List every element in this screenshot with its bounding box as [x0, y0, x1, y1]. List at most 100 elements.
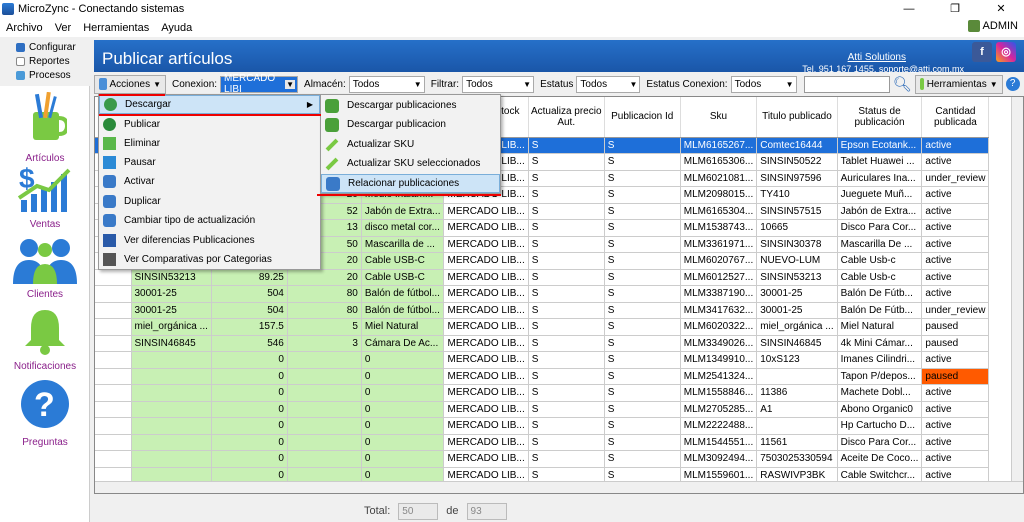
table-cell[interactable]: MLM3387190...: [680, 285, 758, 303]
table-cell[interactable]: 4k Mini Cámar...: [837, 335, 923, 352]
table-row[interactable]: 30001-25 504 80 Balón de fútbol... MERCADO L…: [95, 285, 990, 303]
table-cell[interactable]: paused: [921, 318, 990, 336]
acciones-button[interactable]: Acciones ▼: [94, 74, 166, 94]
submenu-descargar-publicaciones[interactable]: Descargar publicaciones: [321, 96, 500, 115]
table-cell[interactable]: MLM3417632...: [680, 302, 758, 319]
table-cell[interactable]: SINSIN50522: [756, 153, 838, 171]
table-cell[interactable]: MERCADO LIB...: [443, 417, 529, 435]
table-cell[interactable]: [95, 417, 132, 435]
table-cell[interactable]: 0: [211, 434, 288, 451]
table-cell[interactable]: S: [528, 269, 605, 286]
table-cell[interactable]: 504: [211, 302, 288, 319]
sidebar-item-ventas[interactable]: $ Ventas: [0, 163, 90, 230]
table-cell[interactable]: Aceite De Coco...: [837, 450, 923, 468]
table-cell[interactable]: [131, 417, 212, 435]
column-header[interactable]: Sku: [680, 97, 758, 138]
menu-ayuda[interactable]: Ayuda: [161, 22, 192, 34]
table-cell[interactable]: S: [604, 302, 681, 319]
table-cell[interactable]: Imanes Cilindri...: [837, 351, 923, 369]
table-cell[interactable]: S: [528, 384, 605, 402]
table-cell[interactable]: MERCADO LIB...: [443, 351, 529, 369]
table-cell[interactable]: active: [921, 417, 990, 435]
table-cell[interactable]: 0: [361, 434, 445, 451]
table-cell[interactable]: MLM6020322...: [680, 318, 758, 336]
menu-item-pausar[interactable]: Pausar: [99, 153, 320, 172]
table-cell[interactable]: 30001-25: [131, 285, 212, 303]
table-cell[interactable]: 0: [211, 384, 288, 402]
column-header[interactable]: Publicacion Id: [604, 97, 681, 138]
table-cell[interactable]: S: [604, 186, 681, 204]
table-cell[interactable]: active: [921, 450, 990, 468]
table-cell[interactable]: 0: [361, 368, 445, 385]
submenu-descargar-publicacion[interactable]: Descargar publicacion: [321, 115, 500, 134]
table-cell[interactable]: [95, 434, 132, 451]
table-cell[interactable]: S: [528, 401, 605, 418]
column-header[interactable]: Cantidad publicada: [921, 97, 990, 138]
table-cell[interactable]: S: [528, 335, 605, 352]
table-cell[interactable]: S: [528, 186, 605, 204]
table-cell[interactable]: [95, 450, 132, 468]
table-cell[interactable]: 11561: [756, 434, 838, 451]
table-cell[interactable]: S: [604, 203, 681, 220]
table-cell[interactable]: [131, 368, 212, 385]
table-cell[interactable]: S: [528, 450, 605, 468]
table-cell[interactable]: 80: [287, 302, 362, 319]
table-cell[interactable]: MLM1538743...: [680, 219, 758, 237]
table-cell[interactable]: active: [921, 252, 990, 270]
table-cell[interactable]: MERCADO LIB...: [443, 335, 529, 352]
table-cell[interactable]: S: [604, 170, 681, 187]
table-cell[interactable]: S: [604, 401, 681, 418]
table-cell[interactable]: [131, 401, 212, 418]
table-cell[interactable]: S: [528, 351, 605, 369]
table-cell[interactable]: 504: [211, 285, 288, 303]
menu-item-duplicar[interactable]: Duplicar: [99, 192, 320, 211]
table-cell[interactable]: Mascarilla De ...: [837, 236, 923, 253]
table-cell[interactable]: 546: [211, 335, 288, 352]
table-cell[interactable]: Jueguete Muñ...: [837, 186, 923, 204]
menu-item-eliminar[interactable]: Eliminar: [99, 134, 320, 153]
table-cell[interactable]: [287, 401, 362, 418]
table-cell[interactable]: Machete Dobl...: [837, 384, 923, 402]
minimize-button[interactable]: —: [886, 0, 932, 18]
table-cell[interactable]: S: [604, 384, 681, 402]
table-cell[interactable]: [287, 450, 362, 468]
table-cell[interactable]: MERCADO LIB...: [443, 318, 529, 336]
table-cell[interactable]: [95, 285, 132, 303]
menu-item-ver-comparativas[interactable]: Ver Comparativas por Categorias: [99, 250, 320, 269]
table-row[interactable]: 0 0 MERCADO LIB... S S MLM2541324... Tapon P/d…: [95, 368, 990, 385]
table-cell[interactable]: MLM6165267...: [680, 137, 758, 154]
table-cell[interactable]: [287, 384, 362, 402]
menu-item-ver-diferencias[interactable]: Ver diferencias Publicaciones: [99, 231, 320, 250]
table-cell[interactable]: Balón de fútbol...: [361, 285, 445, 303]
table-cell[interactable]: SINSIN30378: [756, 236, 838, 253]
table-cell[interactable]: Mascarilla de ...: [361, 236, 445, 253]
table-cell[interactable]: A1: [756, 401, 838, 418]
table-cell[interactable]: active: [921, 203, 990, 220]
table-cell[interactable]: S: [528, 170, 605, 187]
table-cell[interactable]: [95, 335, 132, 352]
table-cell[interactable]: MLM6021081...: [680, 170, 758, 187]
table-cell[interactable]: S: [604, 252, 681, 270]
table-cell[interactable]: [756, 368, 838, 385]
estatus-conexion-select[interactable]: Todos ▼: [730, 75, 797, 93]
table-cell[interactable]: S: [604, 269, 681, 286]
table-cell[interactable]: Jabón de Extra...: [837, 203, 923, 220]
table-cell[interactable]: [95, 401, 132, 418]
table-cell[interactable]: S: [528, 137, 605, 154]
table-cell[interactable]: MERCADO LIB...: [443, 252, 529, 270]
table-cell[interactable]: Cable USB-C: [361, 252, 445, 270]
table-cell[interactable]: 7503025330594: [756, 450, 838, 468]
table-cell[interactable]: MERCADO LIB...: [443, 368, 529, 385]
table-cell[interactable]: paused: [921, 368, 990, 385]
menu-herramientas[interactable]: Herramientas: [83, 22, 149, 34]
table-cell[interactable]: 0: [211, 450, 288, 468]
table-cell[interactable]: 11386: [756, 384, 838, 402]
table-cell[interactable]: MLM6165306...: [680, 153, 758, 171]
table-cell[interactable]: 3: [287, 335, 362, 352]
table-cell[interactable]: S: [528, 153, 605, 171]
menu-item-cambiar-tipo[interactable]: Cambiar tipo de actualización: [99, 211, 320, 230]
table-cell[interactable]: active: [921, 153, 990, 171]
table-cell[interactable]: S: [528, 434, 605, 451]
sidebar-item-articulos[interactable]: Artículos: [0, 91, 90, 164]
table-row[interactable]: 0 0 MERCADO LIB... S S MLM1544551... 11561 Disc…: [95, 434, 990, 451]
